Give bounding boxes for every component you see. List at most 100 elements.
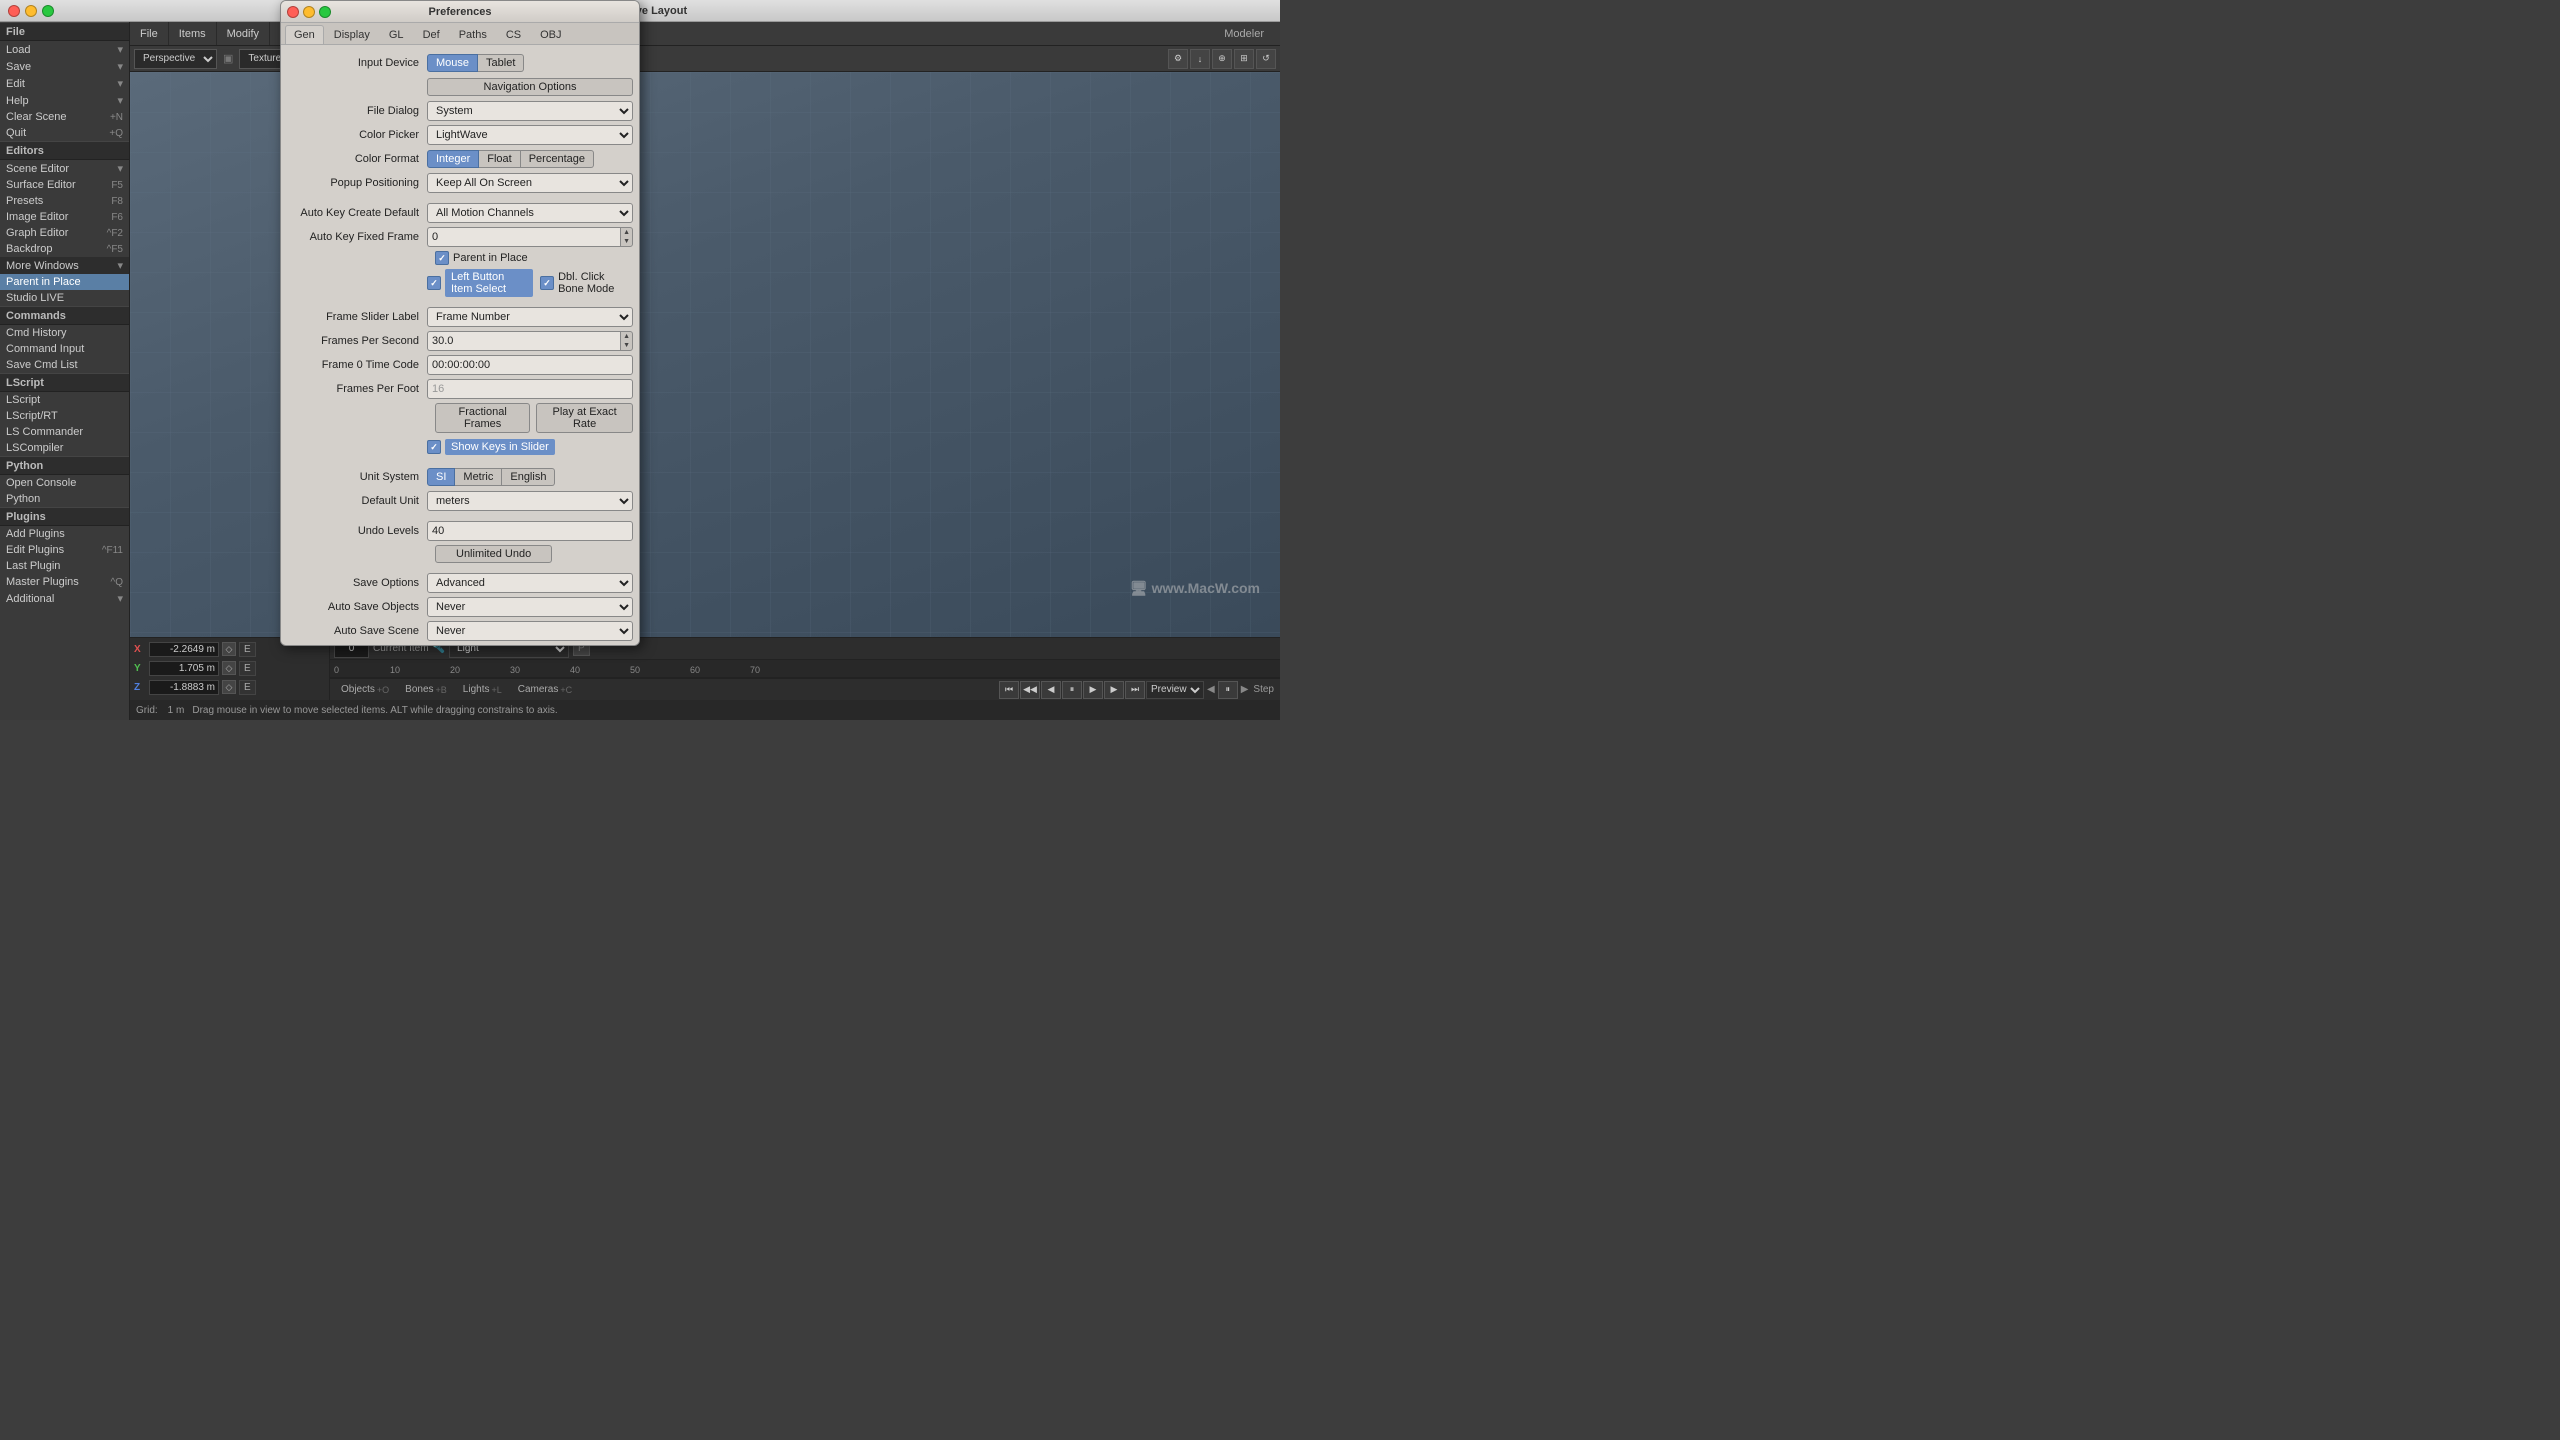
auto-key-fixed-input[interactable] [427,227,620,247]
z-coord-input[interactable] [149,680,219,695]
pref-min-button[interactable] [303,6,315,18]
sidebar-item-lscompiler[interactable]: LSCompiler [0,440,129,456]
tab-def[interactable]: Def [414,25,449,44]
popup-positioning-select[interactable]: Keep All On Screen [427,173,633,193]
frame-slider-select[interactable]: Frame Number [427,307,633,327]
sidebar-item-lscript[interactable]: LScript [0,392,129,408]
time-code-input[interactable] [427,355,633,375]
skip-to-end-button[interactable]: ⏭ [1125,681,1145,699]
tab-cs[interactable]: CS [497,25,530,44]
layout-icon[interactable]: ⊞ [1234,49,1254,69]
y-coord-input[interactable] [149,661,219,676]
sidebar-item-more-windows[interactable]: More Windows ▾ [0,257,129,274]
bones-tab[interactable]: Bones +B [398,681,454,698]
percentage-button[interactable]: Percentage [521,150,594,168]
target-icon[interactable]: ⊕ [1212,49,1232,69]
fps-up-icon[interactable]: ▲ [621,332,632,341]
auto-key-create-select[interactable]: All Motion Channels [427,203,633,223]
file-dialog-select[interactable]: System [427,101,633,121]
sidebar-item-python[interactable]: Python [0,491,129,507]
english-button[interactable]: English [502,468,555,486]
si-button[interactable]: SI [427,468,455,486]
sidebar-item-graph-editor[interactable]: Graph Editor ^F2 [0,225,129,241]
sidebar-item-ls-commander[interactable]: LS Commander [0,424,129,440]
sidebar-item-scene-editor[interactable]: Scene Editor ▾ [0,160,129,177]
sidebar-item-quit[interactable]: Quit +Q [0,125,129,141]
z-arrows-icon[interactable]: ◇ [222,680,236,694]
menu-setup[interactable]: Modify [217,22,270,45]
sidebar-item-backdrop[interactable]: Backdrop ^F5 [0,241,129,257]
tab-obj[interactable]: OBJ [531,25,570,44]
sidebar-item-image-editor[interactable]: Image Editor F6 [0,209,129,225]
save-options-select[interactable]: Advanced [427,573,633,593]
navigation-options-button[interactable]: Navigation Options [427,78,633,96]
tablet-button[interactable]: Tablet [478,54,524,72]
pref-close-button[interactable] [287,6,299,18]
objects-tab[interactable]: Objects +O [334,681,396,698]
arrow-up-icon[interactable]: ▲ [621,228,632,237]
cameras-tab[interactable]: Cameras +C [511,681,579,698]
float-button[interactable]: Float [479,150,520,168]
play-button[interactable]: ▶ [1083,681,1103,699]
fps-input[interactable] [427,331,620,351]
sidebar-item-edit-plugins[interactable]: Edit Plugins ^F11 [0,542,129,558]
left-btn-checkbox[interactable] [427,276,441,290]
preview-select[interactable]: Preview [1146,681,1204,699]
maximize-button[interactable] [42,5,54,17]
undo-levels-input[interactable] [427,521,633,541]
play-at-exact-rate-button[interactable]: Play at Exact Rate [536,403,633,433]
sidebar-item-open-console[interactable]: Open Console [0,475,129,491]
sidebar-item-master-plugins[interactable]: Master Plugins ^Q [0,574,129,590]
sidebar-item-save[interactable]: Save ▾ [0,58,129,75]
sidebar-item-last-plugin[interactable]: Last Plugin [0,558,129,574]
default-unit-select[interactable]: meters [427,491,633,511]
x-coord-input[interactable] [149,642,219,657]
save-icon[interactable]: ↓ [1190,49,1210,69]
sidebar-item-additional[interactable]: Additional ▾ [0,590,129,607]
pref-max-button[interactable] [319,6,331,18]
y-arrows-icon[interactable]: ◇ [222,661,236,675]
dbl-click-checkbox[interactable] [540,276,554,290]
lights-tab[interactable]: Lights +L [456,681,509,698]
viewport-mode-select[interactable]: Perspective [134,49,217,69]
sidebar-item-studio-live[interactable]: Studio LIVE [0,290,129,306]
tab-gl[interactable]: GL [380,25,413,44]
pause-2-button[interactable]: ⏸ [1218,681,1238,699]
menu-items[interactable]: File [130,22,169,45]
arrow-down-icon[interactable]: ▼ [621,237,632,246]
refresh-icon[interactable]: ↺ [1256,49,1276,69]
step-back-button[interactable]: ◀ [1041,681,1061,699]
fps-arrows[interactable]: ▲ ▼ [620,331,633,351]
fractional-frames-button[interactable]: Fractional Frames [435,403,530,433]
sidebar-item-presets[interactable]: Presets F8 [0,193,129,209]
integer-button[interactable]: Integer [427,150,479,168]
sidebar-item-help[interactable]: Help ▾ [0,92,129,109]
show-keys-checkbox[interactable] [427,440,441,454]
minimize-button[interactable] [25,5,37,17]
metric-button[interactable]: Metric [455,468,502,486]
next-frame-button[interactable]: ▶ [1104,681,1124,699]
mouse-button[interactable]: Mouse [427,54,478,72]
auto-save-objects-select[interactable]: Never [427,597,633,617]
z-e-btn[interactable]: E [239,680,256,695]
prev-frame-button[interactable]: ◀◀ [1020,681,1040,699]
sidebar-item-command-input[interactable]: Command Input [0,341,129,357]
tab-paths[interactable]: Paths [450,25,496,44]
sidebar-item-cmd-history[interactable]: Cmd History [0,325,129,341]
skip-to-start-button[interactable]: ⏮ [999,681,1019,699]
sidebar-item-parent-in-place[interactable]: Parent in Place [0,274,129,290]
auto-save-scene-select[interactable]: Never [427,621,633,641]
color-picker-select[interactable]: LightWave [427,125,633,145]
sidebar-item-clear-scene[interactable]: Clear Scene +N [0,109,129,125]
x-arrows-icon[interactable]: ◇ [222,642,236,656]
unlimited-undo-button[interactable]: Unlimited Undo [435,545,552,563]
sidebar-item-surface-editor[interactable]: Surface Editor F5 [0,177,129,193]
y-e-btn[interactable]: E [239,661,256,676]
sidebar-item-lscript-rt[interactable]: LScript/RT [0,408,129,424]
settings-icon[interactable]: ⚙ [1168,49,1188,69]
menu-modify[interactable]: Items [169,22,217,45]
sidebar-item-add-plugins[interactable]: Add Plugins [0,526,129,542]
auto-key-fixed-arrows[interactable]: ▲ ▼ [620,227,633,247]
frames-per-foot-input[interactable] [427,379,633,399]
parent-in-place-checkbox[interactable] [435,251,449,265]
